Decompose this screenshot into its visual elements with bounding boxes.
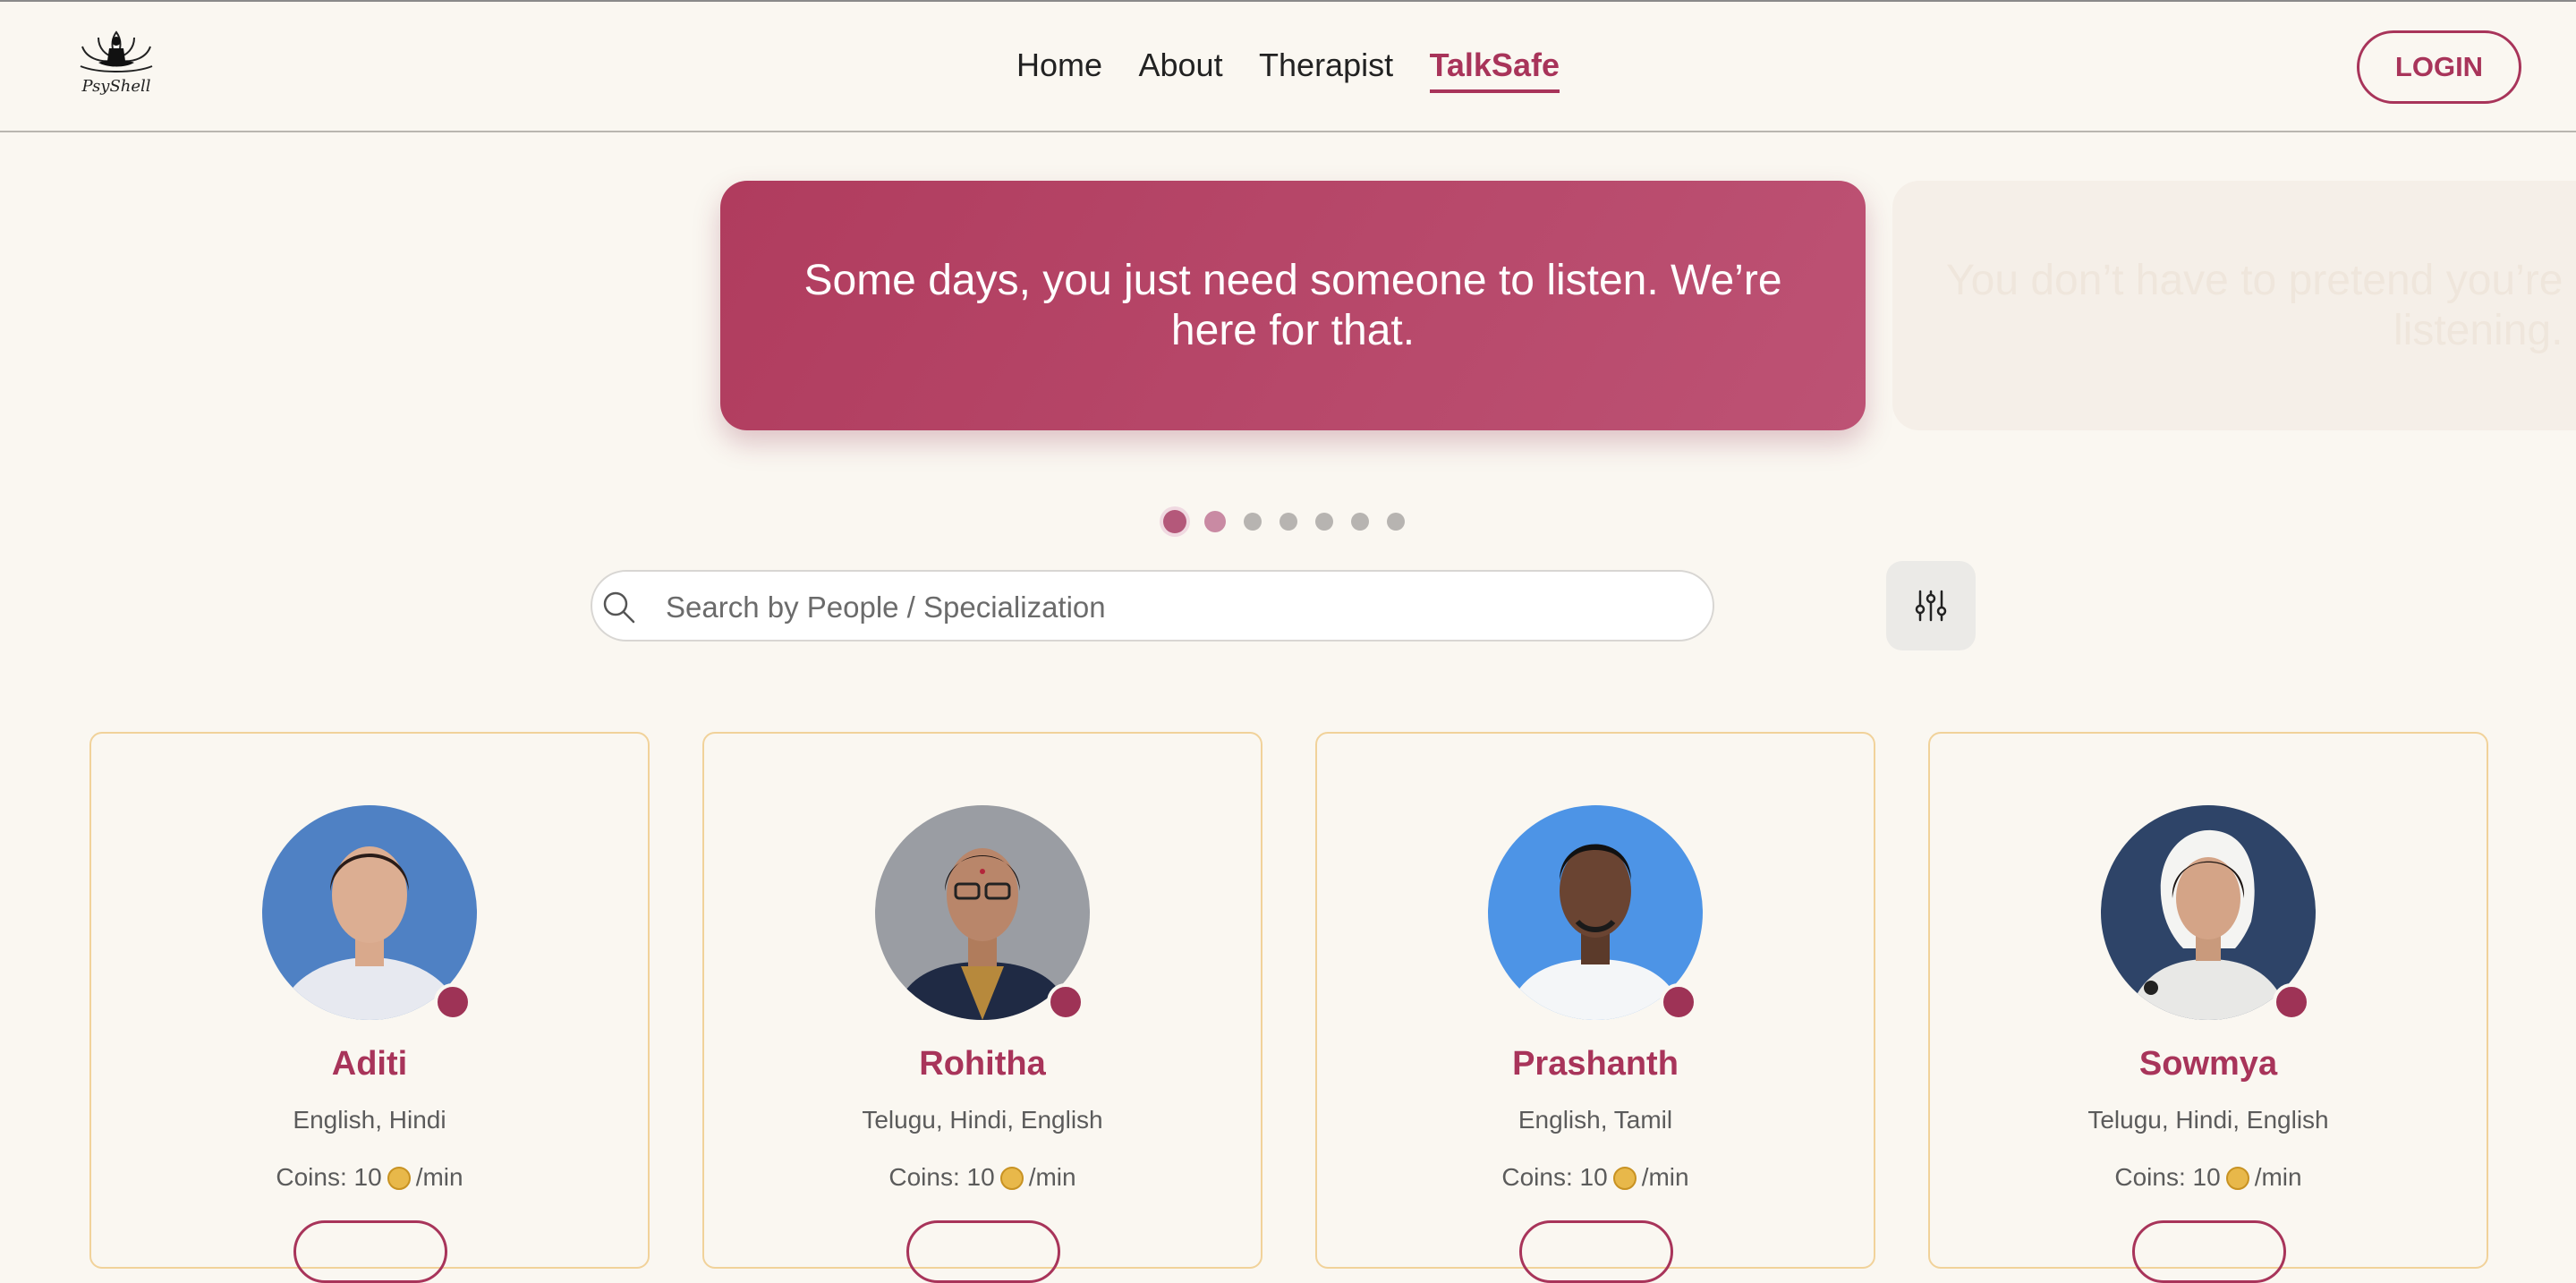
search-input[interactable] [664, 584, 1696, 631]
main-nav: Home About Therapist TalkSafe [0, 47, 2576, 93]
therapist-name: Rohitha [919, 1045, 1046, 1083]
sliders-icon [1915, 590, 1947, 622]
card-action-button[interactable] [906, 1220, 1060, 1283]
nav-about[interactable]: About [1139, 47, 1223, 89]
coin-icon [999, 1167, 1024, 1190]
therapist-languages: English, Hindi [293, 1106, 446, 1134]
therapist-rate: Coins: 10/min [888, 1163, 1076, 1191]
therapist-rate: Coins: 10/min [1501, 1163, 1689, 1191]
therapist-languages: Telugu, Hindi, English [862, 1106, 1103, 1134]
nav-therapist[interactable]: Therapist [1259, 47, 1393, 89]
carousel-dot-4[interactable] [1279, 513, 1297, 531]
carousel-dot-1[interactable] [1163, 510, 1186, 533]
online-status-indicator [2273, 983, 2310, 1021]
therapist-card[interactable]: Sowmya Telugu, Hindi, English Coins: 10/… [1928, 732, 2488, 1283]
carousel-dot-2[interactable] [1204, 511, 1226, 532]
online-status-indicator [434, 983, 472, 1021]
card-action-button[interactable] [2132, 1220, 2286, 1283]
therapist-name: Aditi [331, 1045, 408, 1083]
coin-icon [1612, 1167, 1637, 1190]
card-action-button[interactable] [293, 1220, 447, 1283]
therapist-rate: Coins: 10/min [276, 1163, 463, 1191]
carousel-slide-active[interactable]: Some days, you just need someone to list… [720, 181, 1866, 430]
top-header: PsyShell Home About Therapist TalkSafe L… [0, 0, 2576, 132]
search-bar [591, 570, 1714, 642]
next-quote-text: You don’t have to pretend you’re listenin… [1946, 256, 2563, 354]
carousel-dot-6[interactable] [1351, 513, 1369, 531]
coin-icon [387, 1167, 411, 1190]
quote-text: Some days, you just need someone to list… [803, 256, 1782, 354]
online-status-indicator [1047, 983, 1084, 1021]
carousel-dot-3[interactable] [1244, 513, 1262, 531]
carousel-dots [1163, 508, 1423, 535]
therapist-rate: Coins: 10/min [2114, 1163, 2302, 1191]
nav-talksafe[interactable]: TalkSafe [1429, 47, 1560, 93]
search-icon [603, 591, 635, 624]
carousel-slide-next[interactable]: You don’t have to pretend you’re listenin… [1892, 181, 2576, 430]
card-action-button[interactable] [1519, 1220, 1673, 1283]
coin-icon [2225, 1167, 2249, 1190]
therapist-name: Sowmya [2138, 1045, 2278, 1083]
filter-button[interactable] [1886, 561, 1976, 650]
carousel-dot-5[interactable] [1315, 513, 1333, 531]
therapist-languages: Telugu, Hindi, English [2087, 1106, 2329, 1134]
therapist-card[interactable]: Aditi English, Hindi Coins: 10/min [89, 732, 650, 1283]
therapist-name: Prashanth [1512, 1045, 1679, 1083]
therapist-card[interactable]: Prashanth English, Tamil Coins: 10/min [1315, 732, 1875, 1283]
therapist-card[interactable]: Rohitha Telugu, Hindi, English Coins: 10… [702, 732, 1262, 1283]
carousel-dot-7[interactable] [1387, 513, 1405, 531]
nav-home[interactable]: Home [1016, 47, 1102, 89]
therapist-languages: English, Tamil [1518, 1106, 1673, 1134]
login-button[interactable]: LOGIN [2357, 30, 2521, 104]
online-status-indicator [1660, 983, 1697, 1021]
